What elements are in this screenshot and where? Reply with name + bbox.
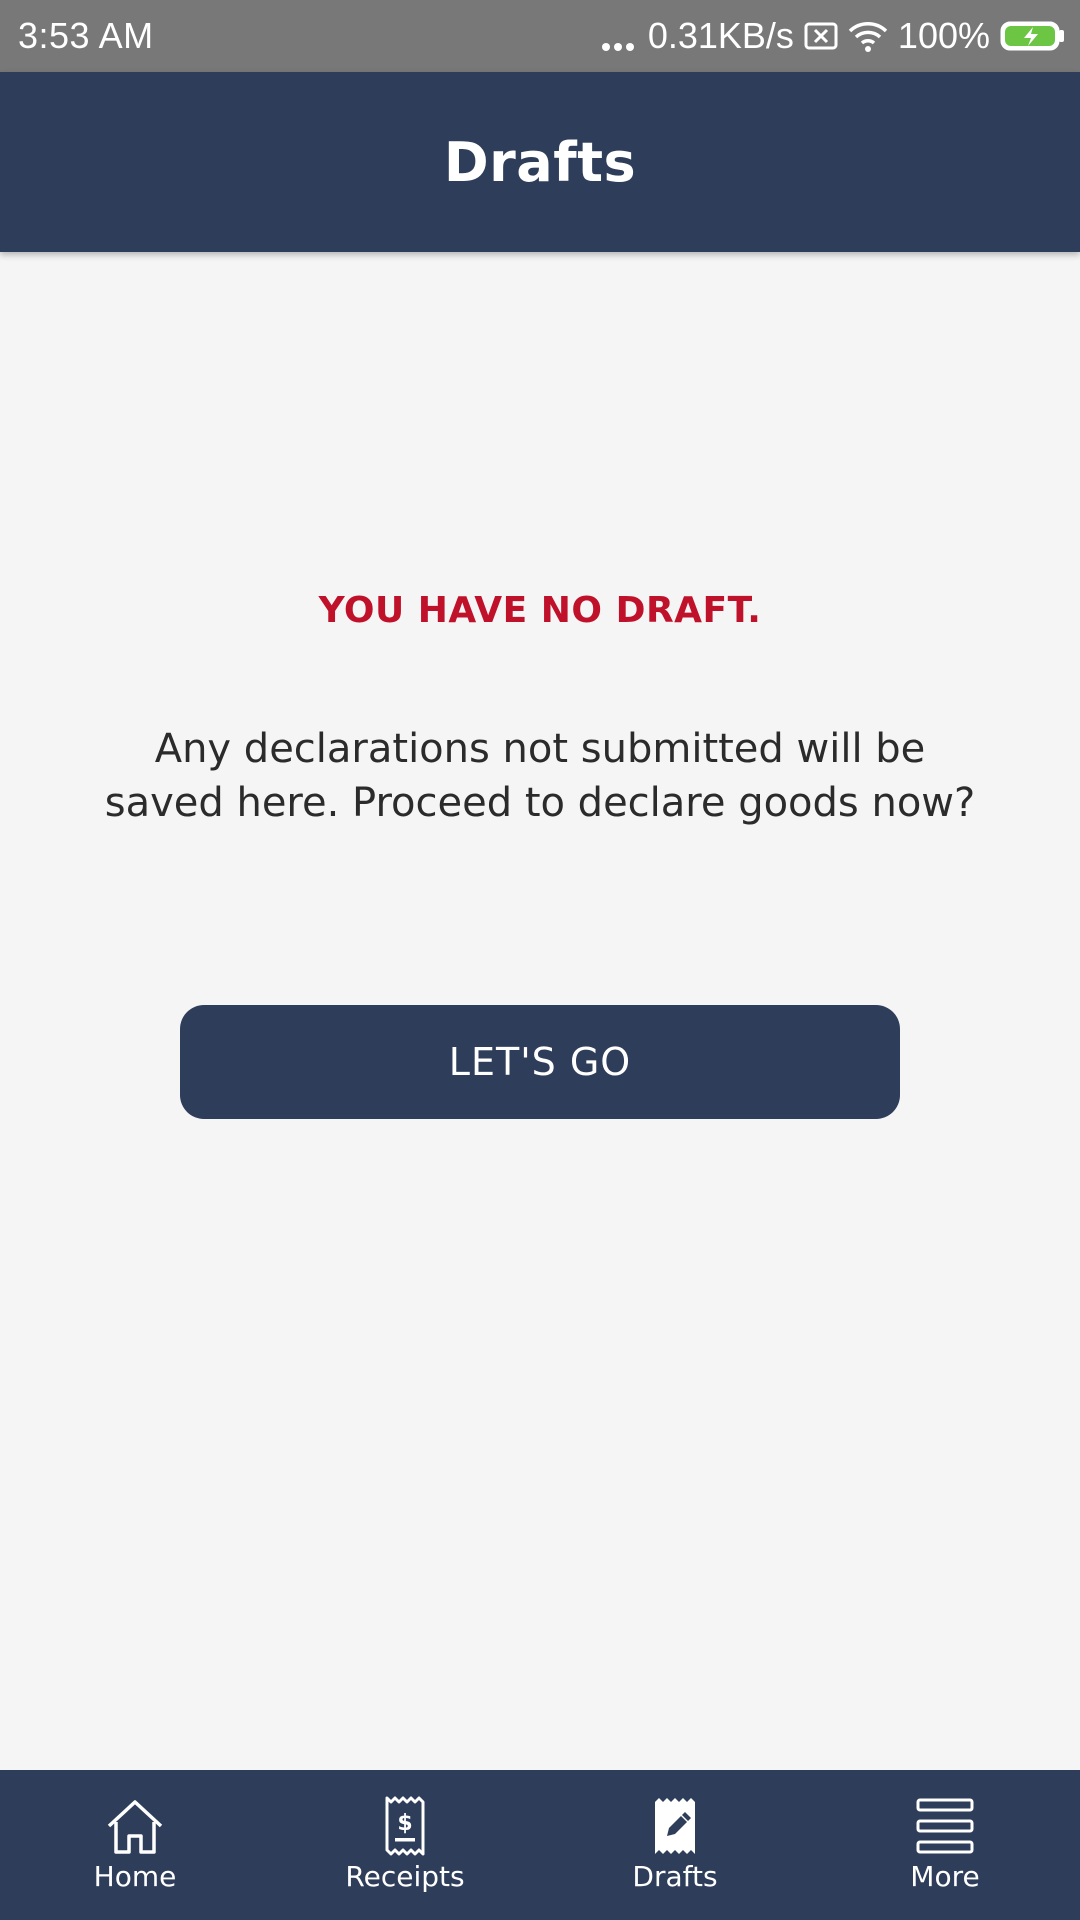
battery-charging-icon: [1000, 21, 1064, 51]
receipt-icon: $: [385, 1796, 425, 1856]
app-header: Drafts: [0, 72, 1080, 252]
nav-item-more[interactable]: More: [810, 1770, 1080, 1920]
nav-label-more: More: [910, 1860, 980, 1893]
nav-label-receipts: Receipts: [345, 1860, 465, 1893]
wifi-icon: [848, 22, 888, 52]
status-bar: 3:53 AM 0.31KB/s 100%: [0, 0, 1080, 72]
status-time: 3:53 AM: [18, 15, 154, 56]
menu-icon: [916, 1798, 974, 1854]
bottom-navigation: Home $ Receipts Drafts More: [0, 1770, 1080, 1920]
page-title: Drafts: [443, 130, 637, 194]
nav-label-drafts: Drafts: [632, 1860, 718, 1893]
battery-percent: 100%: [897, 15, 990, 56]
draft-icon: [655, 1798, 695, 1854]
lets-go-button[interactable]: LET'S GO: [180, 1005, 900, 1119]
status-icons: 0.31KB/s 100%: [592, 12, 1066, 60]
sim-error-icon: [804, 22, 838, 50]
empty-state-description: Any declarations not submitted will be s…: [104, 726, 976, 826]
nav-item-receipts[interactable]: $ Receipts: [270, 1770, 540, 1920]
svg-text:$: $: [397, 1811, 412, 1836]
nav-item-drafts[interactable]: Drafts: [540, 1770, 810, 1920]
more-dots-icon: [601, 31, 638, 51]
nav-label-home: Home: [93, 1860, 177, 1893]
empty-state-title: YOU HAVE NO DRAFT.: [318, 590, 762, 631]
home-icon: [107, 1800, 163, 1854]
network-speed: 0.31KB/s: [647, 15, 794, 56]
nav-item-home[interactable]: Home: [0, 1770, 270, 1920]
